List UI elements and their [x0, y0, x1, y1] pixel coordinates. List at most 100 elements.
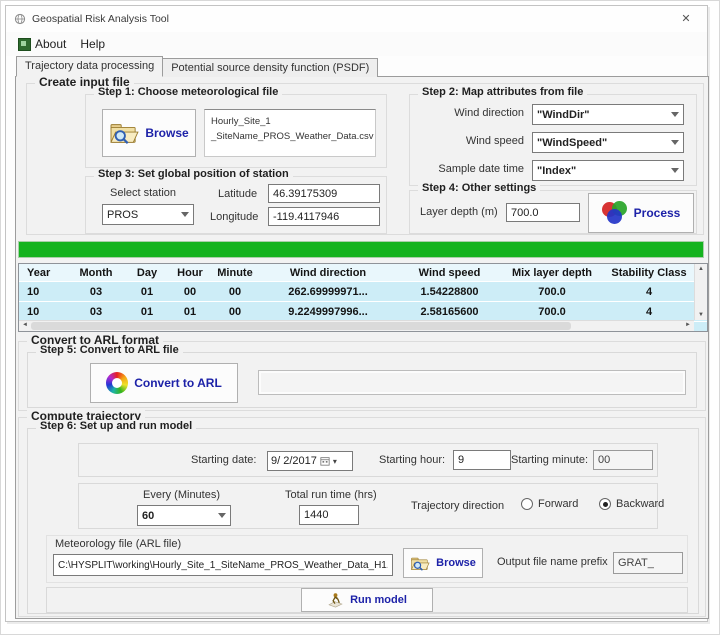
title-bar: Geospatial Risk Analysis Tool ✕	[6, 6, 707, 32]
table-cell: 9.2249997996...	[259, 306, 397, 318]
table-horizontal-scrollbar[interactable]: ◄ ►	[19, 320, 694, 331]
column-header[interactable]: Wind direction	[259, 267, 397, 279]
menu-about-label: About	[35, 37, 66, 51]
menu-about[interactable]: About	[14, 35, 76, 53]
trajectory-direction-label: Trajectory direction	[411, 500, 504, 512]
run-settings-panel: Every (Minutes) 60 Total run time (hrs) …	[78, 483, 658, 529]
latitude-input[interactable]	[268, 184, 380, 203]
select-station-label: Select station	[110, 187, 176, 199]
column-header[interactable]: Month	[67, 267, 125, 279]
tab-trajectory-data-processing[interactable]: Trajectory data processing	[16, 56, 163, 77]
process-button[interactable]: Process	[588, 193, 694, 233]
app-icon	[14, 13, 26, 25]
table-cell: 4	[602, 306, 696, 318]
table-cell: 03	[67, 306, 125, 318]
convert-to-arl-button[interactable]: Convert to ARL	[90, 363, 238, 403]
column-header[interactable]: Mix layer depth	[502, 267, 602, 279]
sample-date-time-label: Sample date time	[410, 163, 524, 175]
arl-file-path-input[interactable]	[53, 554, 393, 576]
convert-progress-bar	[258, 370, 686, 395]
table-cell: 00	[169, 286, 211, 298]
starting-hour-input[interactable]	[453, 450, 511, 470]
wind-direction-select[interactable]: "WindDir"	[532, 104, 684, 125]
total-run-time-input[interactable]	[299, 505, 359, 525]
processing-progress-bar	[18, 241, 704, 258]
sample-date-time-value: "Index"	[537, 165, 667, 177]
wind-speed-select[interactable]: "WindSpeed"	[532, 132, 684, 153]
step3-title: Step 3: Set global position of station	[94, 168, 293, 180]
output-prefix-label: Output file name prefix	[497, 556, 608, 568]
menu-help-label: Help	[80, 37, 105, 51]
chevron-down-icon	[181, 212, 189, 217]
backward-radio[interactable]: Backward	[599, 498, 664, 510]
table-cell: 01	[169, 306, 211, 318]
column-header[interactable]: Year	[19, 267, 67, 279]
step5-group: Step 5: Convert to ARL file Convert to A…	[27, 352, 697, 408]
backward-radio-label: Backward	[616, 498, 664, 510]
browse-met-file-button[interactable]: Browse	[102, 109, 196, 157]
output-prefix-input[interactable]	[613, 552, 683, 574]
station-value: PROS	[107, 209, 177, 221]
station-select[interactable]: PROS	[102, 204, 194, 225]
date-dropdown-icon: ▾	[333, 457, 337, 466]
table-vertical-scrollbar[interactable]: ▲ ▼	[694, 264, 707, 320]
step6-title: Step 6: Set up and run model	[36, 420, 196, 432]
met-file-name-box: Hourly_Site_1 _SiteName_PROS_Weather_Dat…	[204, 109, 376, 157]
radio-checked-icon	[599, 498, 611, 510]
wind-direction-value: "WindDir"	[537, 109, 667, 121]
scroll-up-icon[interactable]: ▲	[698, 266, 704, 272]
tab-psdf[interactable]: Potential source density function (PSDF)	[163, 58, 378, 77]
table-cell: 00	[211, 286, 259, 298]
app-window: Geospatial Risk Analysis Tool ✕ About He…	[5, 5, 708, 622]
scroll-left-icon[interactable]: ◄	[22, 322, 28, 328]
compute-trajectory-group: Compute trajectory Step 6: Set up and ru…	[18, 417, 706, 617]
start-time-panel: Starting date: 9/ 2/2017 ▾ Starting hour…	[78, 443, 658, 477]
browse-arl-file-button[interactable]: Browse	[403, 548, 483, 578]
starting-date-value: 9/ 2/2017	[271, 455, 317, 467]
column-header[interactable]: Day	[125, 267, 169, 279]
menu-help[interactable]: Help	[76, 35, 115, 53]
met-file-name-line1: Hourly_Site_1	[211, 114, 369, 129]
starting-date-picker[interactable]: 9/ 2/2017 ▾	[267, 451, 353, 471]
starting-minute-label: Starting minute:	[511, 454, 588, 466]
menu-bar: About Help	[6, 32, 707, 56]
browse-button-label: Browse	[145, 126, 188, 140]
arl-file-label: Meteorology file (ARL file)	[55, 538, 181, 550]
starting-minute-input[interactable]	[593, 450, 653, 470]
step2-title: Step 2: Map attributes from file	[418, 86, 587, 98]
longitude-label: Longitude	[210, 211, 258, 223]
layer-depth-input[interactable]	[506, 203, 580, 222]
table-row[interactable]: 10 03 01 00 00 262.69999971... 1.5422880…	[19, 282, 707, 302]
every-minutes-label: Every (Minutes)	[143, 489, 220, 501]
every-minutes-select[interactable]: 60	[137, 505, 231, 526]
convert-button-label: Convert to ARL	[134, 376, 222, 390]
forward-radio[interactable]: Forward	[521, 498, 578, 510]
sample-date-time-select[interactable]: "Index"	[532, 160, 684, 181]
scroll-down-icon[interactable]: ▼	[698, 312, 704, 318]
table-cell: 01	[125, 306, 169, 318]
step5-title: Step 5: Convert to ARL file	[36, 344, 183, 356]
forward-radio-label: Forward	[538, 498, 578, 510]
column-header[interactable]: Hour	[169, 267, 211, 279]
run-model-button-label: Run model	[350, 594, 407, 606]
browse-arl-button-label: Browse	[436, 557, 476, 569]
run-model-button[interactable]: Run model	[301, 588, 433, 612]
column-header[interactable]: Minute	[211, 267, 259, 279]
scroll-right-icon[interactable]: ►	[685, 322, 691, 328]
table-cell: 700.0	[502, 286, 602, 298]
table-cell: 00	[211, 306, 259, 318]
radio-unchecked-icon	[521, 498, 533, 510]
column-header[interactable]: Wind speed	[397, 267, 502, 279]
column-header[interactable]: Stability Class	[602, 267, 696, 279]
step1-group: Step 1: Choose meteorological file Brows…	[85, 94, 387, 168]
process-icon	[602, 201, 628, 225]
step4-title: Step 4: Other settings	[418, 182, 540, 194]
starting-date-label: Starting date:	[191, 454, 256, 466]
table-row[interactable]: 10 03 01 01 00 9.2249997996... 2.5816560…	[19, 302, 707, 322]
longitude-input[interactable]	[268, 207, 380, 226]
scrollbar-thumb[interactable]	[31, 322, 571, 330]
screenshot-canvas: Geospatial Risk Analysis Tool ✕ About He…	[0, 0, 720, 635]
table-cell: 10	[19, 306, 67, 318]
close-icon[interactable]: ✕	[675, 10, 697, 28]
folder-search-icon	[109, 120, 139, 146]
